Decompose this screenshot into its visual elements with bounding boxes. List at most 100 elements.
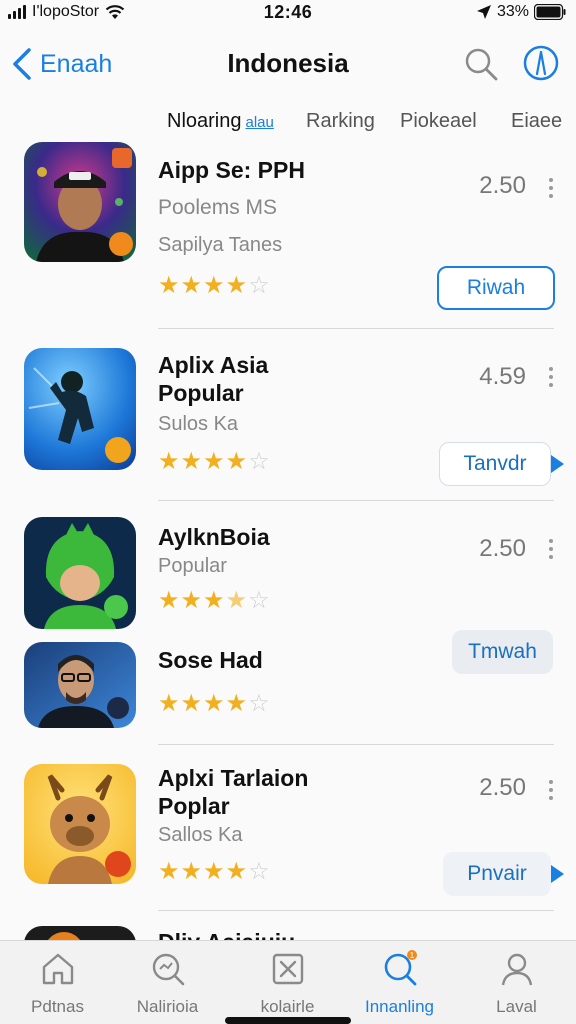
star-full-icon: ★ xyxy=(180,272,203,299)
home-icon xyxy=(42,953,73,985)
chevron-left-icon xyxy=(13,48,31,80)
star-rating: ★ ★ ★ ★ ☆ xyxy=(158,274,270,298)
install-button[interactable]: Riwah xyxy=(437,266,555,310)
more-options-icon[interactable] xyxy=(545,367,557,391)
star-full-icon: ★ xyxy=(225,858,248,885)
compass-icon xyxy=(523,45,559,81)
segment-tab-label: Rarking xyxy=(306,110,375,132)
segment-tab-label: Nloaring xyxy=(167,110,242,132)
divider xyxy=(158,744,554,745)
star-full-icon: ★ xyxy=(203,272,225,299)
app-price: 2.50 xyxy=(479,172,526,199)
tab-browse[interactable]: Nalirioia xyxy=(110,949,225,1017)
star-empty-icon: ☆ xyxy=(248,858,270,885)
segment-tab-2[interactable]: Rarking xyxy=(306,110,375,133)
star-rating: ★ ★ ★ ★ ☆ xyxy=(158,860,270,884)
star-full-icon: ★ xyxy=(203,858,225,885)
app-icon-partial[interactable] xyxy=(24,926,136,940)
search-button[interactable] xyxy=(463,46,499,82)
status-bar: I'lopoStor 12:46 33% xyxy=(0,0,576,26)
app-price: 2.50 xyxy=(479,774,526,801)
app-subtitle: Poolems MS xyxy=(158,196,278,219)
segment-tab-4[interactable]: Eiaee xyxy=(511,110,562,133)
app-name: Dliy Aaiaiuiu xyxy=(158,928,295,940)
app-list-item[interactable]: Aipp Se: PPH Poolems MS Sapilya Tanes ★ ★… xyxy=(0,140,576,330)
app-icon-cartoon-deer[interactable] xyxy=(24,764,136,884)
divider xyxy=(158,500,554,501)
app-icon-man-glasses[interactable] xyxy=(24,642,136,728)
app-icon-person-cap[interactable] xyxy=(24,142,136,262)
location-arrow-icon xyxy=(476,5,491,19)
home-indicator[interactable] xyxy=(225,1017,351,1024)
back-button[interactable]: Enaah xyxy=(10,44,112,84)
segment-tab-1[interactable]: Nloaring alau xyxy=(167,110,274,133)
app-subtitle: Sulos Ka xyxy=(158,413,239,435)
tab-home[interactable]: Pdtnas xyxy=(0,949,115,1017)
compass-button[interactable] xyxy=(522,44,560,82)
star-full-icon: ★ xyxy=(158,448,180,475)
star-full-icon: ★ xyxy=(203,690,225,717)
app-name: Aipp Se: PPH xyxy=(158,157,305,183)
status-right: 33% xyxy=(476,3,566,21)
install-button[interactable]: Pnvair xyxy=(443,852,551,896)
segment-tab-label: Piokeael xyxy=(400,110,477,132)
segment-tab-3[interactable]: Piokeael xyxy=(400,110,477,133)
more-options-icon[interactable] xyxy=(545,539,557,563)
tab-search[interactable]: 1 Innanling xyxy=(342,949,457,1017)
star-full-icon: ★ xyxy=(203,448,225,475)
star-rating: ★ ★ ★ ★ ☆ xyxy=(158,450,270,474)
install-button[interactable]: Tanvdr xyxy=(439,442,551,486)
battery-icon xyxy=(534,4,566,20)
app-subtitle: Popular xyxy=(158,555,227,577)
play-arrow-icon[interactable] xyxy=(551,865,564,883)
app-list-item[interactable]: Sose Had ★ ★ ★ ★ ☆ Tmwah xyxy=(0,630,576,740)
tab-label: kolairle xyxy=(260,997,315,1016)
magnifier-chart-icon xyxy=(152,953,184,986)
tab-bar: Pdtnas Nalirioia kolairle 1 Innanling La… xyxy=(0,940,576,1024)
app-price: 2.50 xyxy=(479,535,526,562)
play-arrow-icon[interactable] xyxy=(551,455,564,473)
app-list-item[interactable]: Aplxi Tarlaion Poplar Sallos Ka ★ ★ ★ ★ ☆ 2.… xyxy=(0,760,576,910)
segment-control: Nloaring alau Rarking Piokeael Eiaee xyxy=(0,110,576,142)
tab-label: Pdtnas xyxy=(31,997,84,1016)
tab-profile[interactable]: Laval xyxy=(459,949,574,1017)
app-name: Aplix Asia Popular xyxy=(158,352,269,406)
app-list-item[interactable]: AylknBoia Popular ★ ★ ★ ★ ☆ 2.50 xyxy=(0,515,576,635)
divider xyxy=(158,910,554,911)
more-options-icon[interactable] xyxy=(545,178,557,202)
tab-label: Nalirioia xyxy=(136,997,199,1016)
back-label: Enaah xyxy=(40,49,113,78)
app-list-item[interactable]: Dliy Aaiaiuiu xyxy=(0,920,576,940)
app-price: 4.59 xyxy=(479,363,526,390)
star-rating: ★ ★ ★ ★ ☆ xyxy=(158,589,270,613)
star-full-icon: ★ xyxy=(158,587,180,614)
navigation-bar: Enaah Indonesia xyxy=(0,36,576,92)
star-empty-icon: ☆ xyxy=(248,690,270,717)
app-category: Sapilya Tanes xyxy=(158,234,283,256)
star-full-icon: ★ xyxy=(180,858,203,885)
tab-collection[interactable]: kolairle xyxy=(230,949,345,1017)
star-full-icon: ★ xyxy=(158,690,180,717)
star-full-icon: ★ xyxy=(225,272,248,299)
install-button[interactable]: Tmwah xyxy=(452,630,553,674)
star-empty-icon: ☆ xyxy=(248,448,270,475)
more-options-icon[interactable] xyxy=(545,780,557,804)
app-subtitle: Sallos Ka xyxy=(158,824,243,846)
app-name: Sose Had xyxy=(158,647,263,673)
star-full-icon: ★ xyxy=(203,587,225,614)
star-empty-icon: ☆ xyxy=(248,272,270,299)
search-badge-icon: 1 xyxy=(384,950,417,986)
tab-badge-count: 1 xyxy=(409,951,414,960)
star-full-icon: ★ xyxy=(225,448,248,475)
star-full-icon: ★ xyxy=(180,587,203,614)
app-list-item[interactable]: Aplix Asia Popular Sulos Ka ★ ★ ★ ★ ☆ 4.59 T… xyxy=(0,345,576,500)
star-half-icon: ★ xyxy=(225,587,248,614)
star-rating: ★ ★ ★ ★ ☆ xyxy=(158,692,270,716)
app-icon-astronaut[interactable] xyxy=(24,348,136,470)
app-name: Aplxi Tarlaion Poplar xyxy=(158,765,309,819)
star-full-icon: ★ xyxy=(158,272,180,299)
tab-label: Innanling xyxy=(364,997,434,1016)
app-icon-green-hood[interactable] xyxy=(24,517,136,629)
segment-tab-label: Eiaee xyxy=(511,110,563,132)
app-name: AylknBoia xyxy=(158,524,270,550)
